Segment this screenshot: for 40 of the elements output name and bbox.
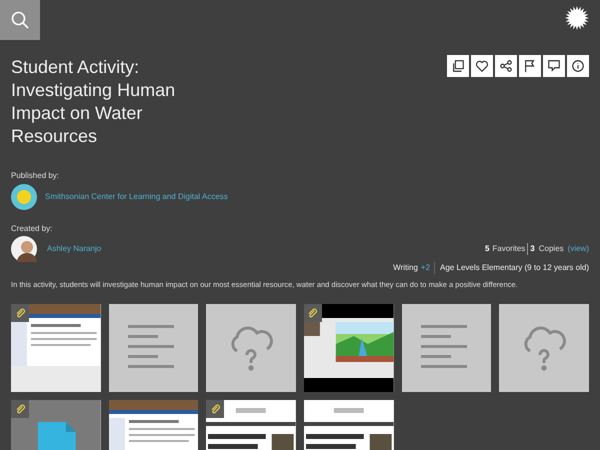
- favorite-button[interactable]: [471, 55, 493, 77]
- resource-tile[interactable]: [402, 304, 492, 392]
- favorites-label: Favorites: [492, 243, 528, 255]
- created-by-label: Created by:: [11, 223, 54, 235]
- more-subjects-link[interactable]: +2: [420, 262, 436, 274]
- resource-tile[interactable]: [206, 304, 296, 392]
- paperclip-icon: [210, 404, 221, 415]
- favorites-count: 5: [484, 243, 490, 255]
- copy-icon: [451, 59, 465, 73]
- avatar: [11, 236, 37, 262]
- published-by-label: Published by:: [11, 170, 60, 182]
- search-icon: [10, 10, 30, 30]
- paperclip-icon: [14, 404, 26, 415]
- sun-logo: [11, 184, 37, 210]
- subject-tag: Writing: [393, 262, 418, 274]
- paperclip-icon: [307, 308, 318, 319]
- publisher-link[interactable]: Smithsonian Center for Learning and Digital Access: [45, 191, 228, 203]
- speech-bubble-icon: [547, 59, 561, 73]
- share-icon: [499, 59, 513, 73]
- info-button[interactable]: [567, 55, 589, 77]
- copies-label: Copies: [538, 243, 564, 255]
- heart-icon: [475, 59, 489, 73]
- resource-tile[interactable]: [499, 304, 589, 392]
- sunburst-logo: [565, 6, 589, 30]
- view-link[interactable]: (view): [568, 243, 589, 255]
- cloud-question-icon: [229, 325, 274, 372]
- flag-button[interactable]: [519, 55, 541, 77]
- comment-button[interactable]: [543, 55, 565, 77]
- resource-tile[interactable]: [108, 304, 198, 392]
- paperclip-icon: [14, 308, 26, 319]
- copies-count: 3: [530, 243, 535, 255]
- page-title: Student Activity: Investigating Human Impact on Water Resources: [11, 56, 176, 148]
- share-button[interactable]: [495, 55, 517, 77]
- flag-icon: [523, 59, 537, 73]
- creator-link[interactable]: Ashley Naranjo: [47, 243, 102, 255]
- info-icon: [571, 59, 585, 73]
- search-button[interactable]: [0, 0, 40, 40]
- age-levels: Age Levels Elementary (9 to 12 years old): [440, 262, 589, 274]
- copy-button[interactable]: [447, 55, 469, 77]
- cloud-question-icon: [522, 325, 566, 372]
